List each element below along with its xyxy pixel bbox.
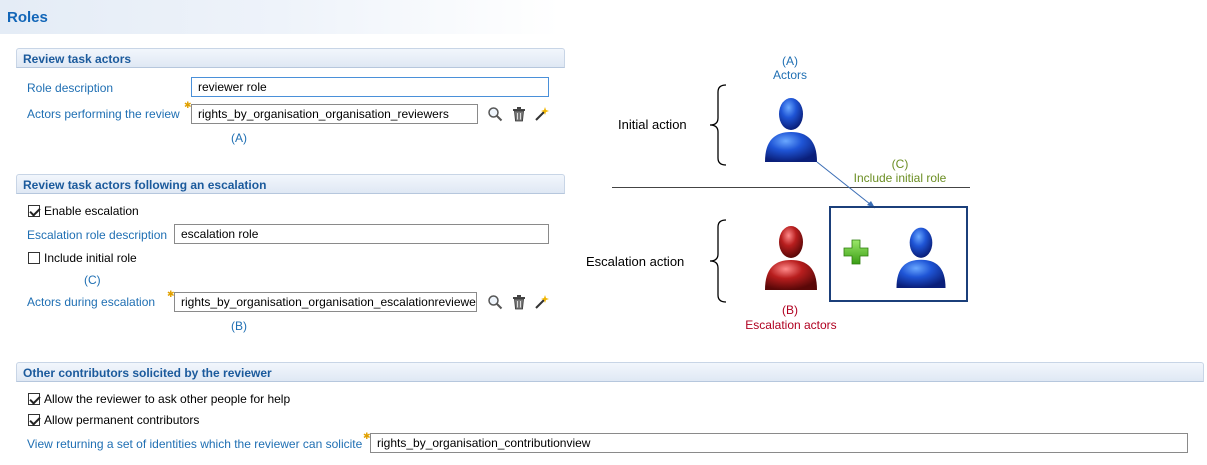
section-review-task-actors[interactable]: Review task actors	[16, 48, 565, 68]
include-initial-role-checkbox[interactable]	[28, 252, 40, 264]
diagram-escalation-label: Escalation actors	[745, 318, 837, 332]
escalation-role-description-label: Escalation role description	[27, 228, 168, 242]
actors-during-escalation-field[interactable]: rights_by_organisation_organisation_esca…	[174, 292, 477, 312]
actors-during-escalation-label: Actors during escalation	[27, 295, 156, 309]
contribution-view-field[interactable]: rights_by_organisation_contributionview	[370, 433, 1188, 453]
delete-icon[interactable]	[511, 106, 527, 122]
section-title: Other contributors solicited by the revi…	[23, 366, 272, 380]
escalation-brace-icon	[709, 219, 727, 303]
initial-brace-icon	[709, 84, 727, 166]
actors-performing-review-field[interactable]: rights_by_organisation_organisation_revi…	[191, 104, 478, 124]
diagram-escalation-letter: (B)	[782, 303, 798, 317]
diagram-actors-label: Actors	[772, 68, 807, 82]
wand-icon[interactable]	[534, 294, 550, 310]
diagram-actors-letter: (A)	[782, 54, 798, 68]
search-icon[interactable]	[487, 106, 503, 122]
page-title: Roles	[7, 9, 48, 26]
permanent-contributors-label: Allow permanent contributors	[44, 413, 200, 427]
contribution-view-label: View returning a set of identities which…	[27, 437, 363, 451]
escalation-role-description-input[interactable]: escalation role	[174, 224, 549, 244]
annotation-c: (C)	[84, 273, 101, 287]
search-icon[interactable]	[487, 294, 503, 310]
include-initial-role-label: Include initial role	[44, 251, 137, 265]
section-escalation-actors[interactable]: Review task actors following an escalati…	[16, 174, 565, 194]
ask-help-checkbox[interactable]	[28, 393, 40, 405]
diagram-escalation-action: Escalation action	[586, 254, 685, 269]
actors-performing-review-label: Actors performing the review	[27, 107, 180, 121]
annotation-b: (B)	[231, 319, 247, 333]
ask-help-label: Allow the reviewer to ask other people f…	[44, 392, 291, 406]
section-title: Review task actors	[23, 52, 132, 66]
page-title-bar: Roles	[0, 0, 560, 34]
actor-red-icon	[760, 220, 822, 290]
enable-escalation-label: Enable escalation	[44, 204, 139, 218]
role-description-input[interactable]: reviewer role	[191, 77, 549, 97]
plus-icon	[843, 239, 869, 265]
role-description-label: Role description	[27, 81, 114, 95]
delete-icon[interactable]	[511, 294, 527, 310]
diagram-initial-action: Initial action	[618, 117, 687, 132]
diagram-separator	[612, 187, 970, 188]
section-other-contributors[interactable]: Other contributors solicited by the revi…	[16, 362, 1204, 382]
permanent-contributors-checkbox[interactable]	[28, 414, 40, 426]
actor-blue-icon	[892, 222, 950, 288]
enable-escalation-checkbox[interactable]	[28, 205, 40, 217]
wand-icon[interactable]	[534, 106, 550, 122]
annotation-a: (A)	[231, 131, 247, 145]
section-title: Review task actors following an escalati…	[23, 178, 267, 192]
actor-blue-icon	[760, 92, 822, 162]
